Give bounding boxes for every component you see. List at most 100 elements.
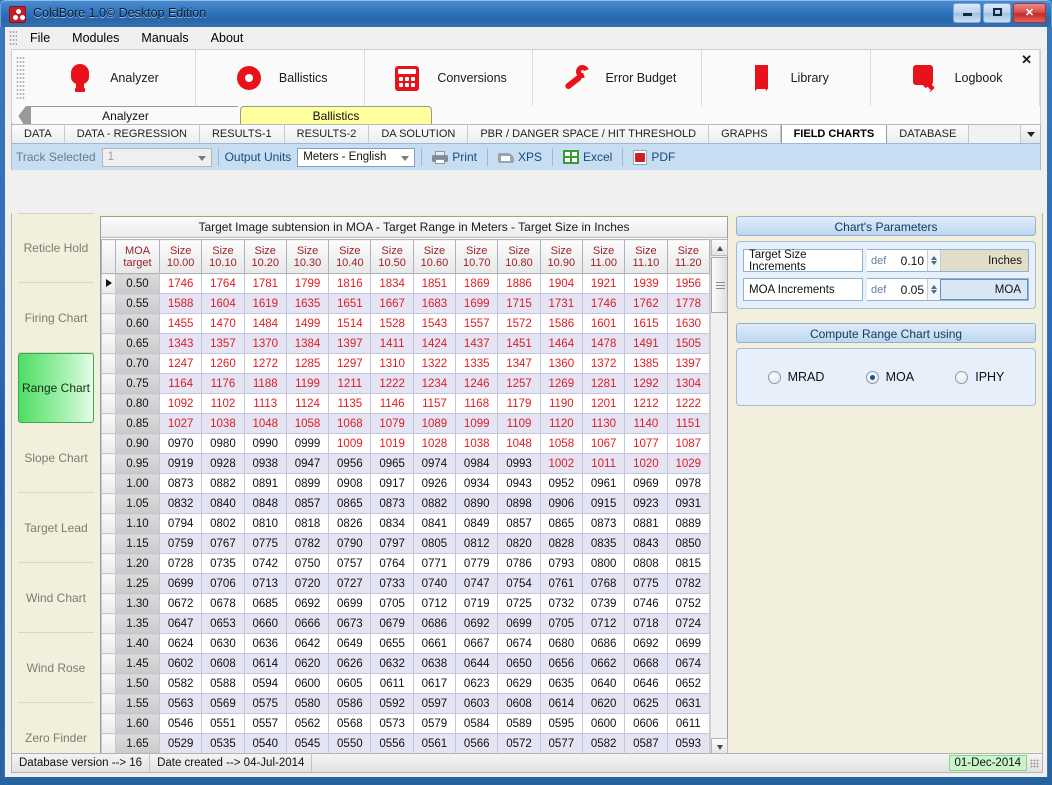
cell-range-value[interactable]: 1799 xyxy=(285,273,330,294)
cell-range-value[interactable]: 0984 xyxy=(455,453,499,474)
cell-range-value[interactable]: 1683 xyxy=(412,293,457,314)
toolbar-grip-icon[interactable] xyxy=(16,56,25,100)
module-button-ballistics[interactable]: Ballistics xyxy=(196,50,365,106)
cell-range-value[interactable]: 0990 xyxy=(243,433,287,454)
grid-scroll-region[interactable]: MOA target Size 10.00 Size 10.10 Size 10.20 Size… xyxy=(101,239,710,755)
cell-range-value[interactable]: 0545 xyxy=(285,733,330,754)
row-selector-cell[interactable] xyxy=(101,453,116,474)
export-pdf-button[interactable]: PDF xyxy=(629,149,679,166)
cell-range-value[interactable]: 0662 xyxy=(581,653,626,674)
table-row[interactable]: 1.55 0563 0569 0575 0580 0586 0592 0597 0603 0608… xyxy=(101,693,710,714)
cell-range-value[interactable]: 1667 xyxy=(370,293,414,314)
cell-range-value[interactable]: 1424 xyxy=(412,333,457,354)
cell-range-value[interactable]: 0642 xyxy=(285,633,330,654)
cell-range-value[interactable]: 1651 xyxy=(328,293,372,314)
cell-range-value[interactable]: 1360 xyxy=(539,353,583,374)
cell-range-value[interactable]: 0573 xyxy=(370,713,414,734)
cell-range-value[interactable]: 0873 xyxy=(581,513,626,534)
row-selector-cell[interactable] xyxy=(101,713,116,734)
cell-range-value[interactable]: 1130 xyxy=(581,413,626,434)
cell-range-value[interactable]: 0678 xyxy=(201,593,245,614)
table-row[interactable]: 0.60 1455 1470 1484 1499 1514 1528 1543 1557 1572… xyxy=(101,313,710,334)
cell-moa-target[interactable]: 0.60 xyxy=(115,313,160,334)
row-selector-cell[interactable] xyxy=(101,353,116,374)
tab-analyzer[interactable]: Analyzer xyxy=(12,106,238,124)
cell-range-value[interactable]: 1588 xyxy=(158,293,203,314)
moa-increments-field[interactable]: def 0.05 MOA xyxy=(867,278,1029,301)
cell-moa-target[interactable]: 1.10 xyxy=(115,513,160,534)
cell-range-value[interactable]: 0843 xyxy=(624,533,668,554)
cell-range-value[interactable]: 0650 xyxy=(497,653,541,674)
cell-range-value[interactable]: 0775 xyxy=(243,533,287,554)
cell-range-value[interactable]: 0577 xyxy=(539,733,583,754)
table-row[interactable]: 0.55 1588 1604 1619 1635 1651 1667 1683 1699 1715… xyxy=(101,293,710,314)
table-row[interactable]: 0.85 1027 1038 1048 1058 1068 1079 1089 1099 1109… xyxy=(101,413,710,434)
cell-range-value[interactable]: 1102 xyxy=(201,393,245,414)
cell-range-value[interactable]: 1851 xyxy=(412,273,457,294)
cell-range-value[interactable]: 0713 xyxy=(243,573,287,594)
cell-range-value[interactable]: 1528 xyxy=(370,313,414,334)
column-header-size-10.10[interactable]: Size 10.10 xyxy=(201,239,245,274)
cell-range-value[interactable]: 1470 xyxy=(201,313,245,334)
cell-range-value[interactable]: 0938 xyxy=(243,453,287,474)
cell-range-value[interactable]: 0589 xyxy=(497,713,541,734)
cell-range-value[interactable]: 0768 xyxy=(581,573,626,594)
cell-range-value[interactable]: 1257 xyxy=(497,373,541,394)
cell-moa-target[interactable]: 1.15 xyxy=(115,533,160,554)
menu-item-modules[interactable]: Modules xyxy=(61,28,130,48)
cell-range-value[interactable]: 0849 xyxy=(455,513,499,534)
rail-item-wind-rose[interactable]: Wind Rose xyxy=(18,633,94,703)
cell-range-value[interactable]: 0550 xyxy=(328,733,372,754)
cell-range-value[interactable]: 1281 xyxy=(581,373,626,394)
output-units-dropdown[interactable]: Meters - English xyxy=(297,147,416,167)
minimize-button[interactable] xyxy=(953,3,981,23)
cell-range-value[interactable]: 0961 xyxy=(581,473,626,494)
cell-range-value[interactable]: 0666 xyxy=(285,613,330,634)
cell-range-value[interactable]: 1778 xyxy=(666,293,710,314)
table-row[interactable]: 0.50 1746 1764 1781 1799 1816 1834 1851 1869 1886… xyxy=(101,273,710,294)
cell-range-value[interactable]: 1478 xyxy=(581,333,626,354)
module-button-logbook[interactable]: Logbook xyxy=(871,50,1040,106)
cell-range-value[interactable]: 1168 xyxy=(455,393,499,414)
resize-grip-icon[interactable] xyxy=(1030,758,1039,768)
cell-moa-target[interactable]: 0.50 xyxy=(115,273,160,294)
menu-item-file[interactable]: File xyxy=(19,28,61,48)
cell-range-value[interactable]: 1586 xyxy=(539,313,583,334)
cell-range-value[interactable]: 1956 xyxy=(666,273,710,294)
table-row[interactable]: 1.30 0672 0678 0685 0692 0699 0705 0712 0719 0725… xyxy=(101,593,710,614)
radio-mrad[interactable]: MRAD xyxy=(767,370,824,384)
cell-moa-target[interactable]: 0.90 xyxy=(115,433,160,454)
cell-range-value[interactable]: 0606 xyxy=(624,713,668,734)
rail-item-range-chart[interactable]: Range Chart xyxy=(18,353,94,423)
row-selector-cell[interactable] xyxy=(101,593,116,614)
cell-range-value[interactable]: 0649 xyxy=(328,633,372,654)
cell-range-value[interactable]: 0712 xyxy=(581,613,626,634)
cell-moa-target[interactable]: 0.95 xyxy=(115,453,160,474)
cell-range-value[interactable]: 0561 xyxy=(412,733,457,754)
cell-moa-target[interactable]: 0.70 xyxy=(115,353,160,374)
cell-range-value[interactable]: 0588 xyxy=(201,673,245,694)
cell-range-value[interactable]: 1212 xyxy=(624,393,668,414)
cell-range-value[interactable]: 1543 xyxy=(412,313,457,334)
rail-item-wind-chart[interactable]: Wind Chart xyxy=(18,563,94,633)
rail-item-reticle-hold[interactable]: Reticle Hold xyxy=(18,213,94,283)
cell-range-value[interactable]: 1002 xyxy=(539,453,583,474)
cell-range-value[interactable]: 1109 xyxy=(497,413,541,434)
cell-range-value[interactable]: 1260 xyxy=(201,353,245,374)
cell-range-value[interactable]: 0602 xyxy=(158,653,203,674)
cell-range-value[interactable]: 0808 xyxy=(624,553,668,574)
cell-range-value[interactable]: 0603 xyxy=(455,693,499,714)
menu-grip-icon[interactable] xyxy=(9,30,17,46)
cell-range-value[interactable]: 1027 xyxy=(158,413,203,434)
cell-range-value[interactable]: 1904 xyxy=(539,273,583,294)
cell-range-value[interactable]: 0752 xyxy=(666,593,710,614)
cell-range-value[interactable]: 0629 xyxy=(497,673,541,694)
cell-range-value[interactable]: 1247 xyxy=(158,353,203,374)
cell-range-value[interactable]: 1464 xyxy=(539,333,583,354)
cell-range-value[interactable]: 0580 xyxy=(285,693,330,714)
cell-range-value[interactable]: 1113 xyxy=(243,393,287,414)
cell-range-value[interactable]: 0873 xyxy=(370,493,414,514)
cell-range-value[interactable]: 1140 xyxy=(624,413,668,434)
cell-range-value[interactable]: 0742 xyxy=(243,553,287,574)
cell-range-value[interactable]: 0631 xyxy=(666,693,710,714)
